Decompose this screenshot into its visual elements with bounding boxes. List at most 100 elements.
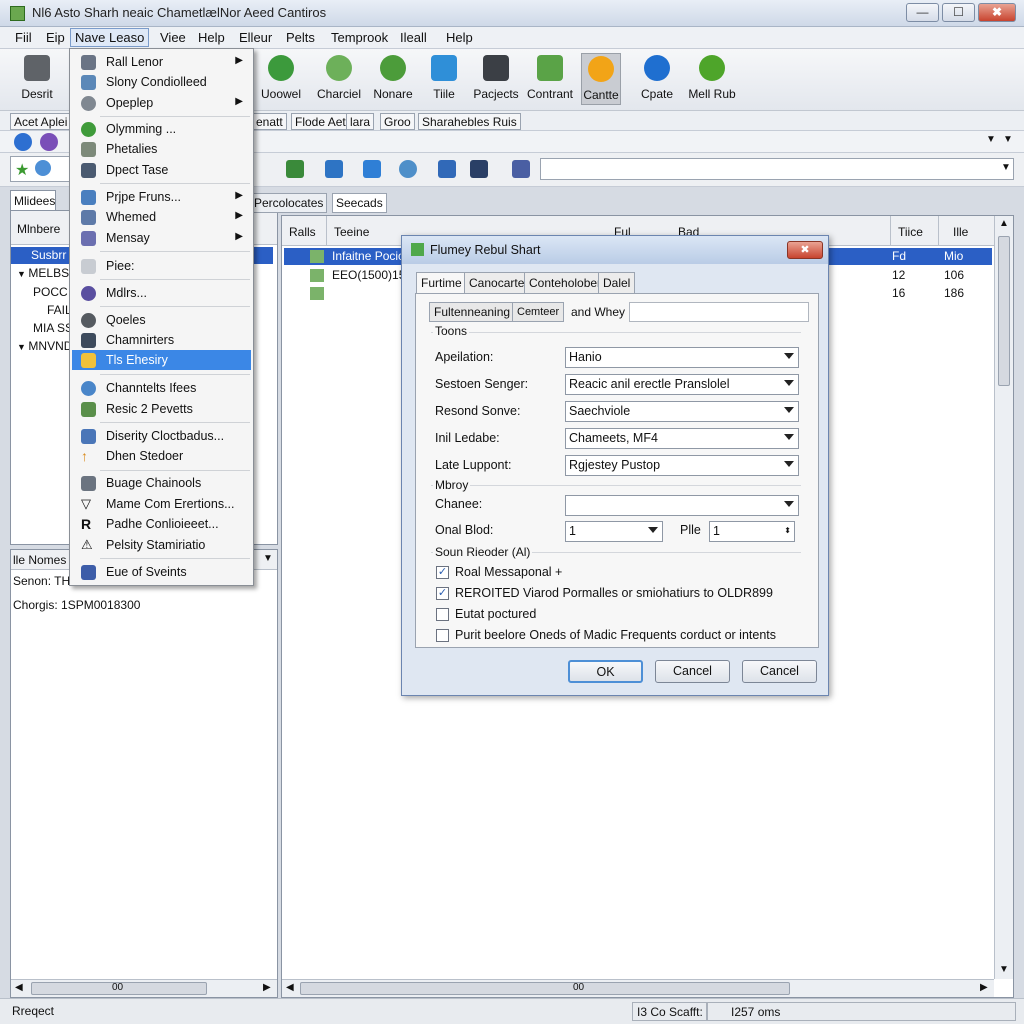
filter-input[interactable] — [629, 302, 809, 322]
menu-item[interactable]: Diserity Cloctbadus... — [72, 426, 251, 446]
menu-item[interactable]: R Padhe Conlioieeet... — [72, 514, 251, 534]
menu-active[interactable]: Nave Leaso — [70, 28, 150, 47]
film-icon[interactable] — [470, 160, 488, 178]
select-channel[interactable] — [565, 495, 799, 516]
scroll-thumb[interactable] — [998, 236, 1010, 386]
menu-item[interactable]: Piee: — [72, 256, 251, 276]
tree-row[interactable]: POCC — [33, 285, 68, 299]
select-resond-sonve[interactable]: Saechviole — [565, 401, 799, 422]
tools-icon[interactable] — [363, 160, 381, 178]
menu-item[interactable]: Mdlrs... — [72, 283, 251, 303]
chevron-down-icon[interactable]: ▼ — [263, 553, 273, 564]
menu-elleur[interactable]: Elleur — [236, 30, 275, 45]
scroll-right-icon[interactable]: ▶ — [980, 982, 988, 993]
menu-item[interactable]: Prjpe Fruns... ▶ — [72, 187, 251, 207]
projects-button[interactable]: Pacjects — [465, 53, 527, 105]
mell-rub-button[interactable]: Mell Rub — [681, 53, 743, 105]
tab-mlidees[interactable]: Mlidees — [10, 190, 56, 211]
menu-item[interactable]: Channtelts Ifees — [72, 378, 251, 398]
menu-item[interactable]: Resic 2 Pevetts — [72, 399, 251, 419]
menu-item[interactable]: ▽ Mame Com Erertions... — [72, 494, 251, 514]
menu-item[interactable]: Rall Lenor ▶ — [72, 52, 251, 72]
tree-icon[interactable] — [286, 160, 304, 178]
tree-row[interactable]: ▼ MELBS — [17, 266, 69, 280]
menu-item[interactable]: ↑ Dhen Stedoer — [72, 446, 251, 466]
menu-temprook[interactable]: Temprook — [328, 30, 391, 45]
contrant-button[interactable]: Contrant — [519, 53, 581, 105]
horizontal-scrollbar[interactable]: ◀ 00 ▶ — [11, 979, 277, 997]
select-late-luppont[interactable]: Rgjestey Pustop — [565, 455, 799, 476]
checkbox-eutat-poctured[interactable] — [436, 608, 449, 621]
device-icon[interactable] — [512, 160, 530, 178]
menu-item[interactable]: Slony Condiolleed — [72, 72, 251, 92]
select-onal-blod[interactable]: 1 — [565, 521, 663, 542]
scroll-left-icon[interactable]: ◀ — [286, 982, 294, 993]
vertical-scrollbar[interactable]: ▲ ▼ — [994, 216, 1013, 979]
scroll-right-icon[interactable]: ▶ — [263, 982, 271, 993]
charciel-button[interactable]: Charciel — [308, 53, 370, 105]
scroll-up-icon[interactable]: ▲ — [999, 218, 1009, 229]
column-divider[interactable] — [326, 216, 327, 246]
checkbox-roal-messaponal[interactable]: ✓ — [436, 566, 449, 579]
column-divider[interactable] — [890, 216, 891, 246]
scroll-down-icon[interactable]: ▼ — [999, 964, 1009, 975]
menu-item[interactable]: ⚠ Pelsity Stamiriatio — [72, 535, 251, 555]
tab-conteholoben[interactable]: Conteholoben — [524, 272, 609, 293]
menu-item[interactable]: Phetalies — [72, 139, 251, 159]
globe-icon[interactable] — [35, 160, 51, 176]
tab-dalel[interactable]: Dalel — [598, 272, 636, 293]
close-button[interactable]: ✖ — [978, 3, 1016, 22]
dialog-close-button[interactable]: ✖ — [787, 241, 823, 259]
tab-le-nomes[interactable]: lle Nomes — [13, 553, 66, 567]
menu-item[interactable]: Eue of Sveints — [72, 562, 251, 582]
command-input[interactable] — [540, 158, 1014, 180]
shield-icon[interactable] — [399, 160, 417, 178]
column-header[interactable]: Teeine — [334, 225, 369, 239]
column-header[interactable]: Ille — [953, 225, 968, 239]
tab-seecads[interactable]: Seecads — [332, 193, 387, 213]
world-icon[interactable] — [14, 133, 32, 151]
menu-item[interactable]: Olymming ... — [72, 119, 251, 139]
scroll-thumb[interactable]: 00 — [300, 982, 790, 995]
tab-groo[interactable]: Groo — [380, 113, 415, 130]
menu-file[interactable]: Fiil — [12, 30, 35, 45]
menu-view[interactable]: Viee — [157, 30, 189, 45]
orb-icon[interactable] — [40, 133, 58, 151]
dropdown-arrow-icon[interactable]: ▼ — [986, 134, 996, 145]
menu-item[interactable]: Whemed ▶ — [72, 207, 251, 227]
tree-row[interactable]: MIA SS — [33, 321, 73, 335]
tab-flode-aet[interactable]: Flode Aet — [291, 113, 350, 130]
dropdown-arrow-icon[interactable]: ▼ — [1003, 134, 1013, 145]
tab-lara[interactable]: lara — [346, 113, 375, 130]
menu-item[interactable]: Buage Chainools — [72, 473, 251, 493]
checkbox-purit-beelore[interactable] — [436, 629, 449, 642]
uoowel-button[interactable]: Uoowel — [250, 53, 312, 105]
column-header[interactable]: Tiice — [898, 225, 923, 239]
menu-item-highlighted[interactable]: Tls Ehesiry — [72, 350, 251, 370]
tab-partial[interactable]: enatt — [252, 113, 287, 130]
minimize-button[interactable]: — — [906, 3, 939, 22]
menu-help-1[interactable]: Help — [195, 30, 228, 45]
menu-pelts[interactable]: Pelts — [283, 30, 318, 45]
describe-button[interactable]: Desrit — [6, 53, 68, 105]
scroll-thumb[interactable]: 00 — [31, 982, 207, 995]
menu-item[interactable]: Qoeles — [72, 310, 251, 330]
cancel-button[interactable]: Cancel — [655, 660, 730, 683]
document-icon[interactable] — [438, 160, 456, 178]
checkbox-reroited[interactable]: ✓ — [436, 587, 449, 600]
tree-row[interactable]: FAIL — [47, 303, 72, 317]
spinner-arrows-icon[interactable]: ⬍ — [784, 526, 791, 535]
menu-item[interactable]: Mensay ▶ — [72, 228, 251, 248]
tab-acet-aplei[interactable]: Acet Aplei — [10, 113, 72, 130]
menu-edit[interactable]: Eip — [43, 30, 68, 45]
tab-percolocates[interactable]: Percolocates — [250, 193, 328, 213]
menu-item[interactable]: Chamnirters — [72, 330, 251, 350]
select-sestoen-senger[interactable]: Reacic anil erectle Pranslolel — [565, 374, 799, 395]
scroll-left-icon[interactable]: ◀ — [15, 982, 23, 993]
column-header[interactable]: Ralls — [289, 225, 316, 239]
pile-spinner[interactable]: 1 ⬍ — [709, 521, 795, 542]
cancel-button-2[interactable]: Cancel — [742, 660, 817, 683]
tab-furtime[interactable]: Furtime — [416, 272, 467, 294]
cpate-button[interactable]: Cpate — [626, 53, 688, 105]
cantte-button[interactable]: Cantte — [581, 53, 621, 105]
